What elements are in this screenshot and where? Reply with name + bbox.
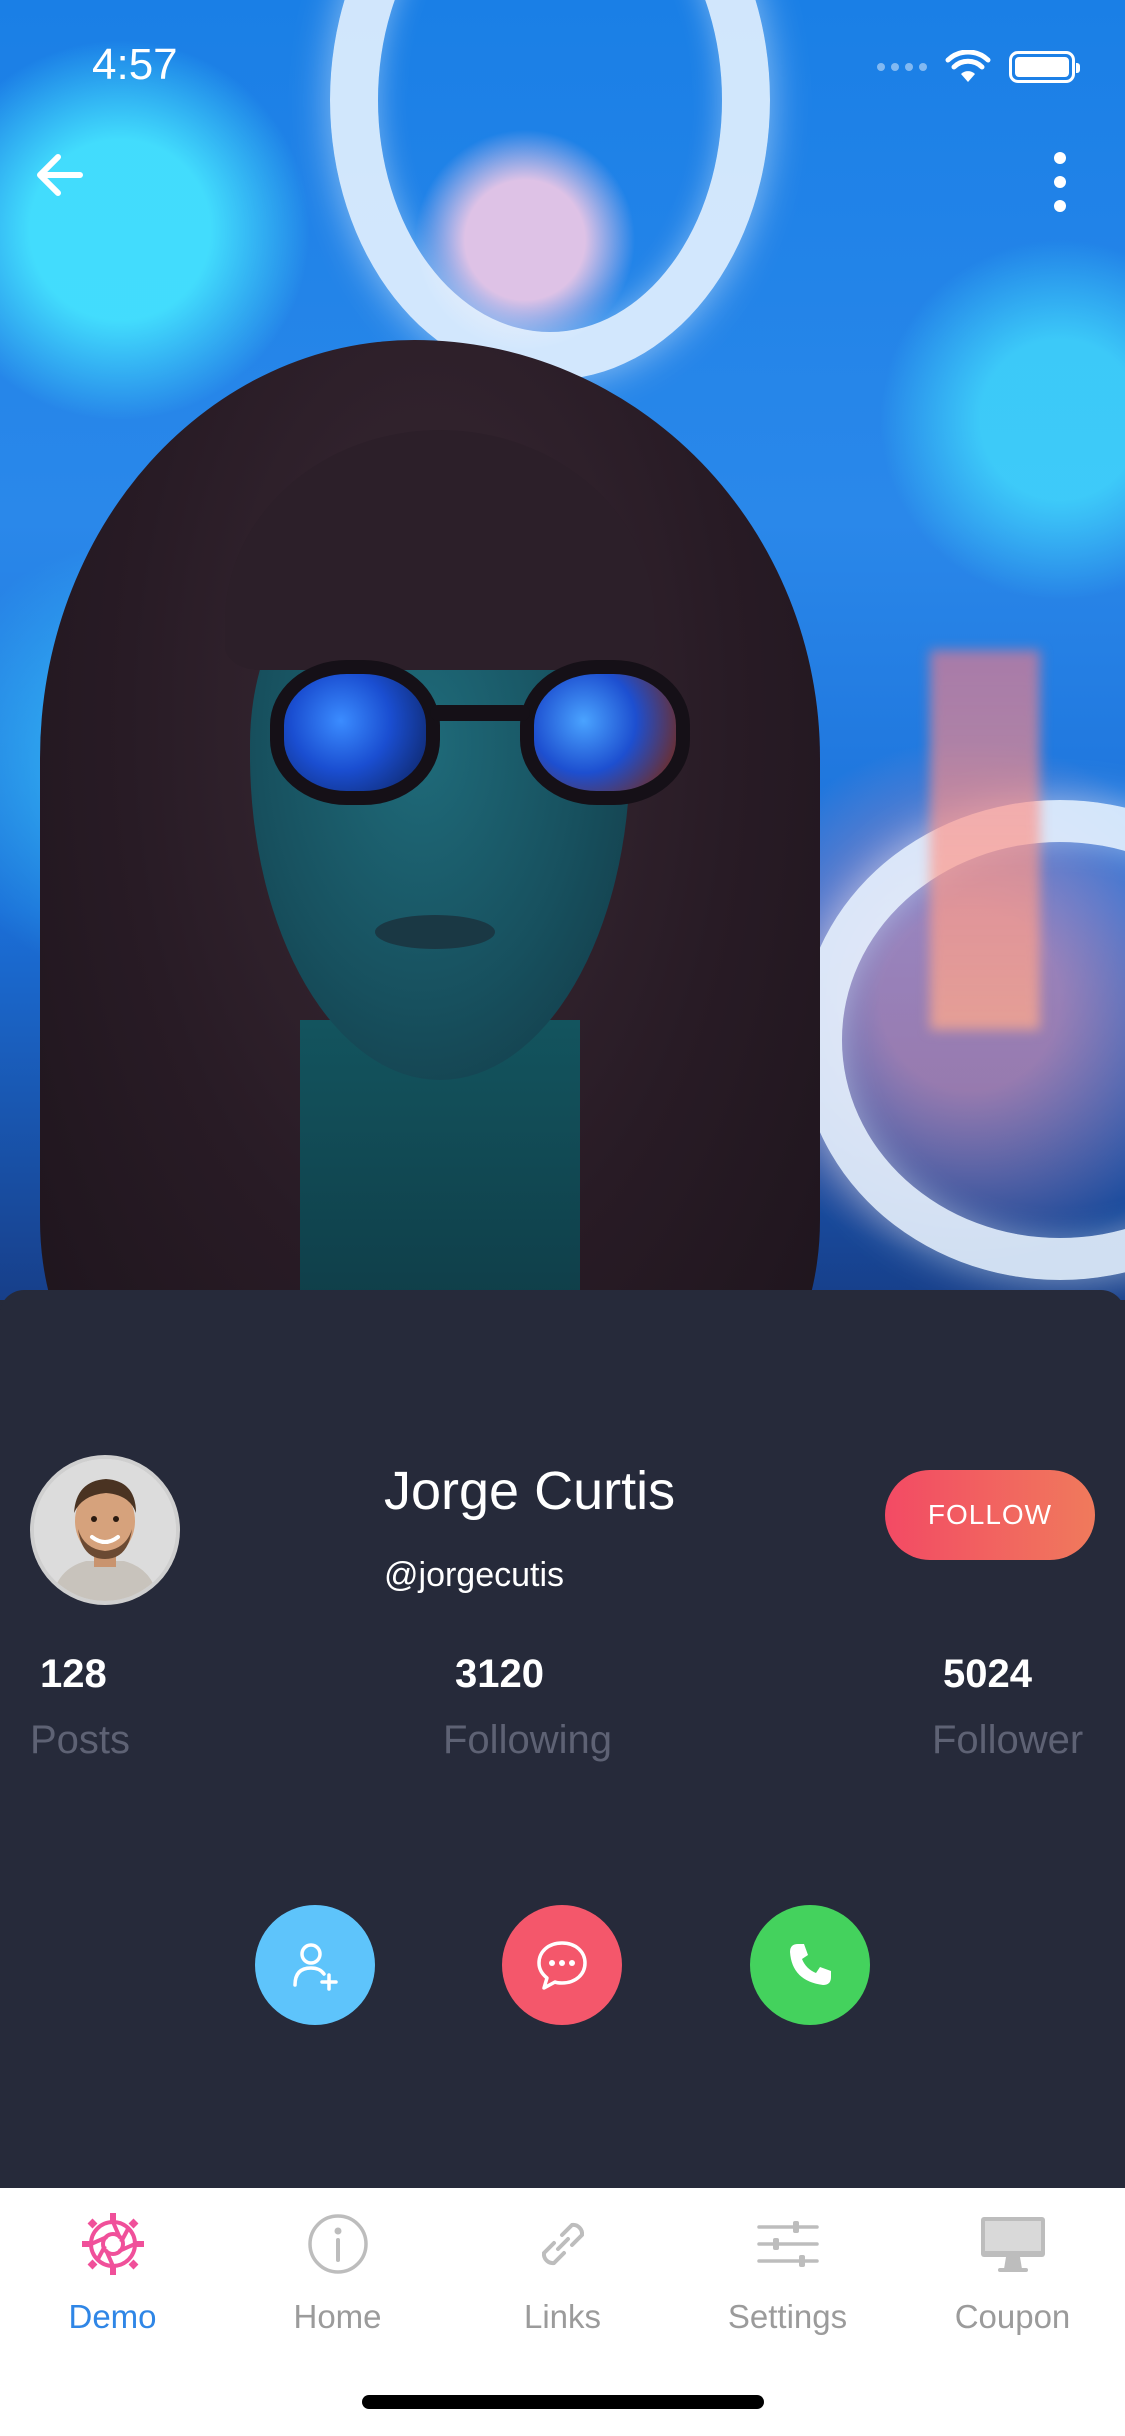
stat-posts-value: 128 [40,1652,107,1696]
status-icons [877,50,1080,84]
profile-handle: @jorgecutis [384,1556,565,1594]
sliders-icon [756,2221,819,2267]
person-lips [375,915,495,949]
monitor-icon [980,2217,1045,2272]
neon-ring-decoration [330,0,770,380]
tab-links[interactable]: Links [450,2208,675,2336]
message-button[interactable] [502,1905,622,2025]
tab-label: Coupon [954,2298,1071,2335]
stat-following-label: Following [443,1718,612,1762]
sunglasses-bridge [430,705,530,721]
tab-demo[interactable]: Demo [0,2208,225,2336]
battery-icon [1009,51,1080,83]
tab-label: Demo [68,2298,157,2335]
more-options-button[interactable] [1040,150,1080,214]
back-button[interactable] [30,145,90,205]
wifi-icon [945,50,991,82]
tab-label: Home [293,2298,382,2335]
stat-following-value: 3120 [455,1652,544,1696]
phone-icon [790,1944,831,1985]
avatar-portrait [34,1459,176,1601]
tab-settings[interactable]: Settings [675,2208,900,2336]
avatar[interactable] [30,1455,180,1605]
add-user-icon [293,1943,338,1991]
tab-home[interactable]: Home [225,2208,450,2336]
profile-name: Jorge Curtis [384,1461,676,1521]
tab-label: Settings [727,2298,848,2335]
cover-photo [0,0,1125,1300]
info-circle-icon [307,2214,368,2274]
arrow-left-icon [37,154,83,196]
home-indicator [362,2395,764,2409]
link-icon [541,2222,584,2266]
stat-follower-label: Follower [932,1718,1084,1762]
status-time: 4:57 [92,40,178,89]
cellular-signal-icon [877,63,927,71]
add-friend-button[interactable] [255,1905,375,2025]
call-button[interactable] [750,1905,870,2025]
sunglasses-lens-left [270,660,440,805]
sunglasses-lens-right [520,660,690,805]
vertical-dots-icon [1054,152,1066,212]
neon-glow-decoration [930,650,1040,1030]
aperture-gear-icon [81,2213,144,2275]
chat-bubble-icon [537,1941,587,1990]
tab-coupon[interactable]: Coupon [900,2208,1125,2336]
stat-follower-value: 5024 [943,1652,1032,1696]
tab-label: Links [523,2298,602,2335]
follow-button[interactable]: FOLLOW [885,1470,1095,1560]
stat-posts-label: Posts [30,1718,131,1762]
